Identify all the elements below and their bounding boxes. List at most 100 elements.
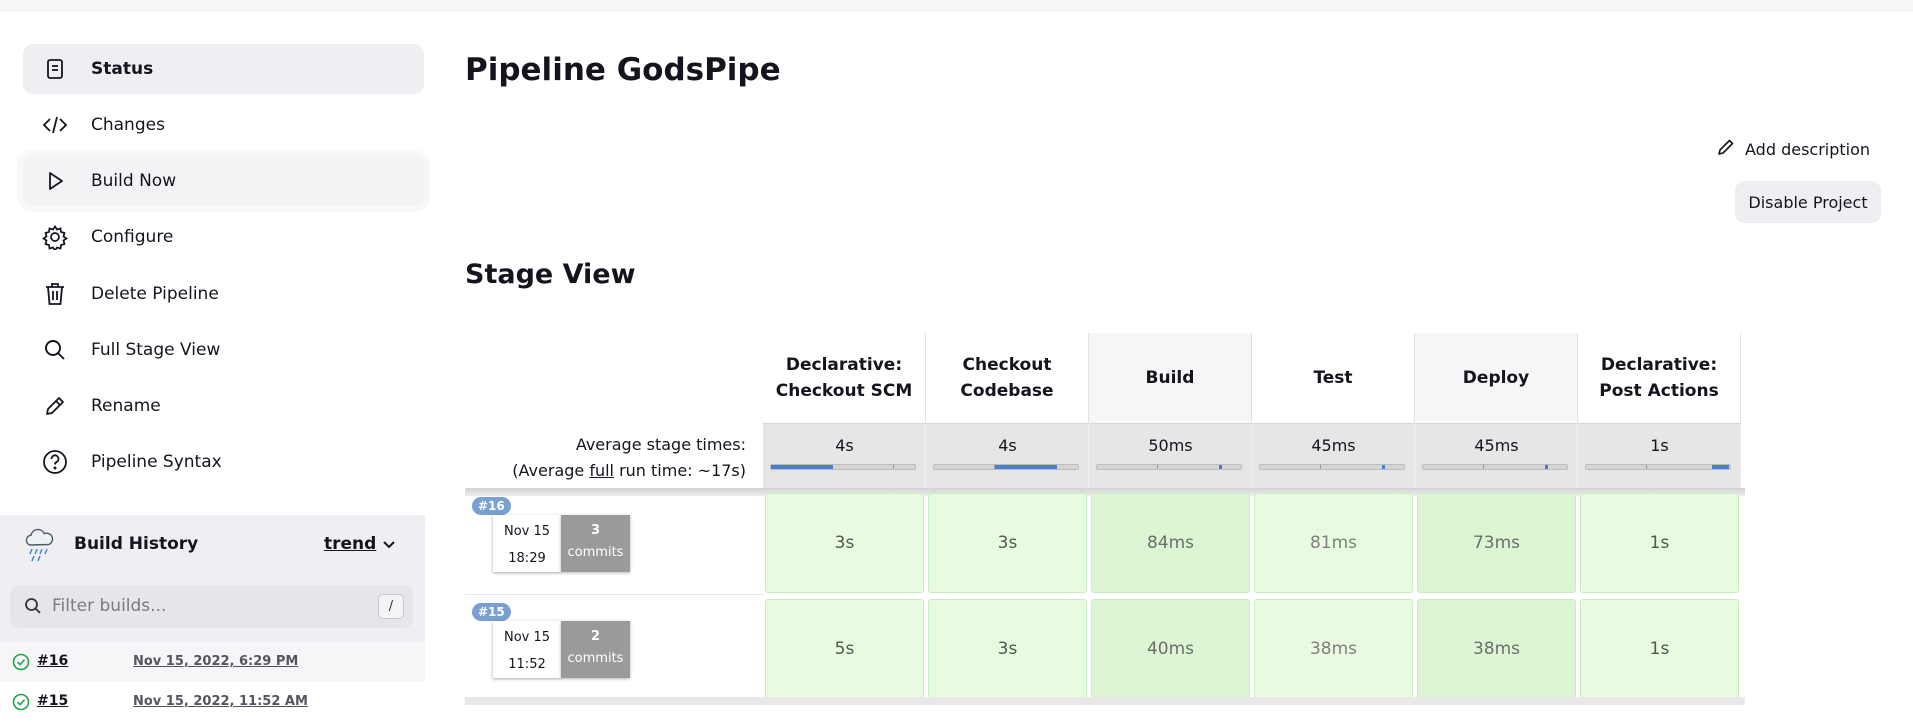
avg-time-bar [1096,464,1242,470]
sidebar-item-label: Rename [91,396,161,416]
build-number-link[interactable]: #16 [37,653,68,669]
run-badge[interactable]: #16 [472,497,511,515]
avg-stage-cell: 4s [926,423,1089,488]
stage-result-cell[interactable]: 73ms [1417,493,1576,593]
stage-view-table: Declarative: Checkout SCM Checkout Codeb… [465,333,1745,705]
avg-stage-time: 1s [1650,436,1669,455]
stage-header: Declarative: Checkout SCM [763,333,926,423]
avg-time-bar [1259,464,1405,470]
stage-result-cell[interactable]: 81ms [1254,493,1413,593]
stage-header: Test [1252,333,1415,423]
stage-header: Checkout Codebase [926,333,1089,423]
help-icon [41,448,69,476]
commits-label: commits [567,545,624,560]
sidebar-item-full-stage-view[interactable]: Full Stage View [23,325,424,375]
commits-label: commits [567,651,624,666]
avg-time-bar [1422,464,1568,470]
avg-stage-time: 45ms [1474,436,1519,455]
document-icon [41,55,69,83]
stage-result-cell[interactable]: 5s [765,599,924,699]
stage-result-cell[interactable]: 38ms [1417,599,1576,699]
sidebar-item-label: Configure [91,227,174,247]
stage-result-cell[interactable]: 3s [928,599,1087,699]
avg-stage-cell: 1s [1578,423,1741,488]
stage-result-cell[interactable]: 3s [765,493,924,593]
stage-view-title: Stage View [465,259,636,290]
sidebar-item-delete-pipeline[interactable]: Delete Pipeline [23,269,424,319]
avg-stage-time: 45ms [1311,436,1356,455]
run-datetime-card: Nov 15 11:52 [493,621,561,678]
commits-badge[interactable]: 2 commits [561,621,630,678]
build-number-link[interactable]: #15 [37,693,68,709]
sidebar-item-build-now[interactable]: Build Now [23,156,424,206]
build-history-title: Build History [74,534,199,554]
avg-full-prefix: (Average [512,461,590,480]
sidebar: Status Changes Build Now Configure Delet… [0,12,430,711]
avg-time-fill [1382,465,1385,469]
bar-tick [1157,465,1158,469]
run-row-info: #16 Nov 15 18:29 3 commits [465,491,763,595]
success-check-icon [12,653,30,675]
sidebar-item-status[interactable]: Status [23,44,424,94]
sidebar-item-pipeline-syntax[interactable]: Pipeline Syntax [23,437,424,487]
pencil-icon [1716,137,1736,161]
avg-stage-time: 50ms [1148,436,1193,455]
sidebar-item-rename[interactable]: Rename [23,381,424,431]
stage-result-cell[interactable]: 40ms [1091,599,1250,699]
avg-stage-cell: 45ms [1252,423,1415,488]
avg-time-fill [1712,465,1729,469]
sidebar-item-label: Status [91,59,154,79]
avg-stage-times-text: Average stage times: [575,435,746,454]
build-row[interactable]: #15 Nov 15, 2022, 11:52 AM [0,682,425,722]
sidebar-item-changes[interactable]: Changes [23,100,424,150]
run-badge[interactable]: #15 [472,603,511,621]
build-date-link[interactable]: Nov 15, 2022, 11:52 AM [133,694,308,709]
stage-result-cell[interactable]: 3s [928,493,1087,593]
add-description-button[interactable]: Add description [1716,137,1870,161]
build-row[interactable]: #16 Nov 15, 2022, 6:29 PM [0,642,425,682]
stage-result-cell[interactable]: 84ms [1091,493,1250,593]
avg-stage-time: 4s [835,436,854,455]
avg-time-fill [1545,465,1548,469]
page-title: Pipeline GodsPipe [465,52,781,88]
sidebar-item-label: Build Now [91,171,177,191]
stage-header: Build [1089,333,1252,423]
build-date-link[interactable]: Nov 15, 2022, 6:29 PM [133,654,298,669]
avg-full-link[interactable]: full [589,461,614,480]
chevron-down-icon[interactable] [381,537,397,557]
bar-tick [1483,465,1484,469]
sidebar-item-label: Delete Pipeline [91,284,219,304]
code-icon [41,111,69,139]
stage-result-cell[interactable]: 38ms [1254,599,1413,699]
avg-time-fill [995,465,1057,469]
stage-result-cell[interactable]: 1s [1580,599,1739,699]
commits-badge[interactable]: 3 commits [561,515,630,572]
avg-stage-cell: 4s [763,423,926,488]
sidebar-item-configure[interactable]: Configure [23,212,424,262]
commits-count: 2 [590,629,601,644]
run-time: 18:29 [508,551,546,566]
stage-result-cell[interactable]: 1s [1580,493,1739,593]
run-row-info: #15 Nov 15 11:52 2 commits [465,597,763,701]
avg-full-suffix: run time: ~17s) [614,461,746,480]
search-icon [24,597,42,619]
avg-time-bar [770,464,916,470]
sidebar-item-label: Changes [91,115,165,135]
play-icon [41,167,69,195]
run-datetime-card: Nov 15 18:29 [493,515,561,572]
avg-stage-cell: 50ms [1089,423,1252,488]
bar-tick [893,465,894,469]
trend-link[interactable]: trend [324,534,376,554]
pencil-icon [41,392,69,420]
build-history-panel: Build History trend / #16 Nov 15, 2022, … [0,515,425,717]
avg-stage-time: 4s [998,436,1017,455]
weather-rain-icon [23,528,55,566]
keyboard-shortcut-badge: / [378,594,404,619]
stage-header: Deploy [1415,333,1578,423]
build-filter: / [10,585,413,628]
run-date: Nov 15 [503,630,551,645]
avg-time-bar [933,464,1079,470]
disable-project-button[interactable]: Disable Project [1735,181,1881,223]
sidebar-item-label: Full Stage View [91,340,221,360]
filter-builds-input[interactable] [52,593,352,619]
